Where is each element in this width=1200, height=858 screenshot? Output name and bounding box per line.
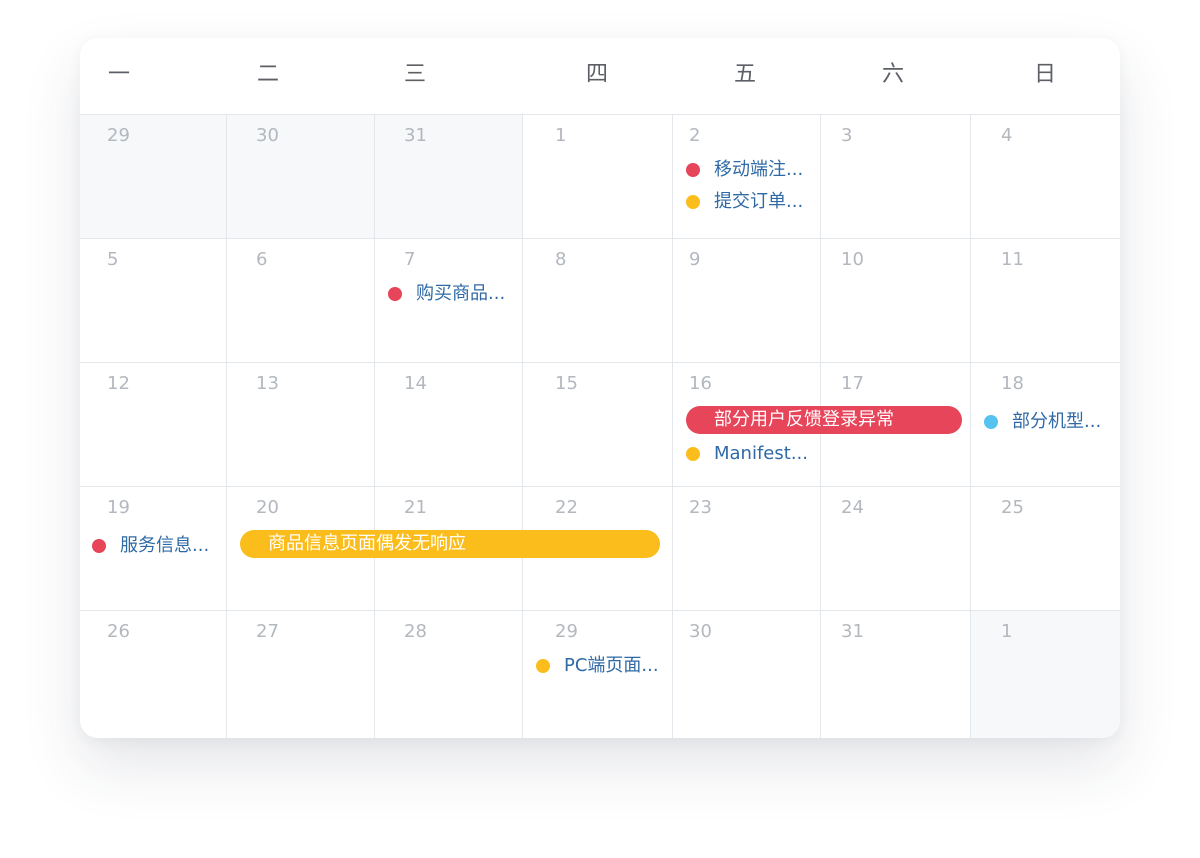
calendar-card: 一 二 三 四 五 六 日 29 30 31 1 2 3 4 5 6 7 8 9 10 11 12 13 14 1… <box>80 38 1120 738</box>
day-number: 21 <box>404 497 427 518</box>
event-title: 购买商品... <box>416 283 506 304</box>
event-dot-icon <box>92 539 106 553</box>
day-number: 31 <box>404 125 427 146</box>
day-cell[interactable]: 14 <box>375 363 523 487</box>
day-cell[interactable]: 6 <box>227 239 375 363</box>
day-cell[interactable]: 27 <box>227 611 375 738</box>
day-cell[interactable]: 28 <box>375 611 523 738</box>
weekday-thu: 四 <box>585 62 608 87</box>
day-cell[interactable]: 12 <box>80 363 227 487</box>
day-number: 8 <box>555 249 567 270</box>
weekday-wed: 三 <box>403 62 426 87</box>
day-cell[interactable]: 1 <box>523 115 673 239</box>
event-title: PC端页面... <box>564 655 659 676</box>
day-number: 1 <box>1001 621 1013 642</box>
day-cell[interactable]: 15 <box>523 363 673 487</box>
event-dot-icon <box>388 287 402 301</box>
day-cell[interactable]: 10 <box>821 239 971 363</box>
day-cell[interactable]: 11 <box>971 239 1120 363</box>
day-number: 2 <box>689 125 701 146</box>
day-number: 17 <box>841 373 864 394</box>
day-number: 4 <box>1001 125 1013 146</box>
day-cell[interactable]: 13 <box>227 363 375 487</box>
day-number: 27 <box>256 621 279 642</box>
day-number: 19 <box>107 497 130 518</box>
day-number: 30 <box>256 125 279 146</box>
event-dot-icon <box>984 415 998 429</box>
day-number: 29 <box>555 621 578 642</box>
day-number: 10 <box>841 249 864 270</box>
event-dot-icon <box>686 163 700 177</box>
day-cell[interactable]: 25 <box>971 487 1120 611</box>
day-cell[interactable]: 31 <box>375 115 523 239</box>
day-number: 26 <box>107 621 130 642</box>
day-cell[interactable]: 23 <box>673 487 821 611</box>
event-title: 提交订单... <box>714 191 804 212</box>
day-number: 18 <box>1001 373 1024 394</box>
event-title: 移动端注... <box>714 159 804 180</box>
event-title: 服务信息... <box>120 535 210 556</box>
event-dot-icon <box>536 659 550 673</box>
day-number: 14 <box>404 373 427 394</box>
weekday-tue: 二 <box>256 62 279 87</box>
day-cell[interactable]: 8 <box>523 239 673 363</box>
day-cell[interactable]: 5 <box>80 239 227 363</box>
day-cell[interactable]: 30 <box>227 115 375 239</box>
day-cell[interactable]: 1 <box>971 611 1120 738</box>
day-number: 15 <box>555 373 578 394</box>
day-number: 6 <box>256 249 268 270</box>
weekday-fri: 五 <box>733 62 756 87</box>
weekday-mon: 一 <box>107 62 130 87</box>
day-number: 9 <box>689 249 701 270</box>
weekday-sun: 日 <box>1033 62 1056 87</box>
event-dot-icon <box>686 447 700 461</box>
day-cell[interactable]: 3 <box>821 115 971 239</box>
day-number: 30 <box>689 621 712 642</box>
day-number: 7 <box>404 249 416 270</box>
day-number: 25 <box>1001 497 1024 518</box>
event-title: 部分机型... <box>1012 411 1102 432</box>
event-dot-icon <box>686 195 700 209</box>
day-cell[interactable]: 24 <box>821 487 971 611</box>
day-number: 29 <box>107 125 130 146</box>
day-number: 11 <box>1001 249 1024 270</box>
day-cell[interactable]: 30 <box>673 611 821 738</box>
day-number: 13 <box>256 373 279 394</box>
event-title: Manifest... <box>714 443 808 464</box>
weekday-header: 一 二 三 四 五 六 日 <box>80 38 1120 115</box>
weekday-sat: 六 <box>881 62 904 87</box>
day-number: 12 <box>107 373 130 394</box>
event-bar[interactable]: 部分用户反馈登录异常 <box>686 406 962 434</box>
day-cell[interactable]: 9 <box>673 239 821 363</box>
day-number: 28 <box>404 621 427 642</box>
day-number: 23 <box>689 497 712 518</box>
day-number: 3 <box>841 125 853 146</box>
day-cell[interactable]: 29 <box>80 115 227 239</box>
day-cell[interactable]: 31 <box>821 611 971 738</box>
day-number: 1 <box>555 125 567 146</box>
day-number: 24 <box>841 497 864 518</box>
day-number: 22 <box>555 497 578 518</box>
day-number: 31 <box>841 621 864 642</box>
day-cell[interactable]: 4 <box>971 115 1120 239</box>
month-grid: 29 30 31 1 2 3 4 5 6 7 8 9 10 11 12 13 14 15 16 17 18 19 20 21 2… <box>80 115 1120 738</box>
day-number: 20 <box>256 497 279 518</box>
day-number: 5 <box>107 249 119 270</box>
day-number: 16 <box>689 373 712 394</box>
event-bar[interactable]: 商品信息页面偶发无响应 <box>240 530 660 558</box>
day-cell[interactable]: 26 <box>80 611 227 738</box>
